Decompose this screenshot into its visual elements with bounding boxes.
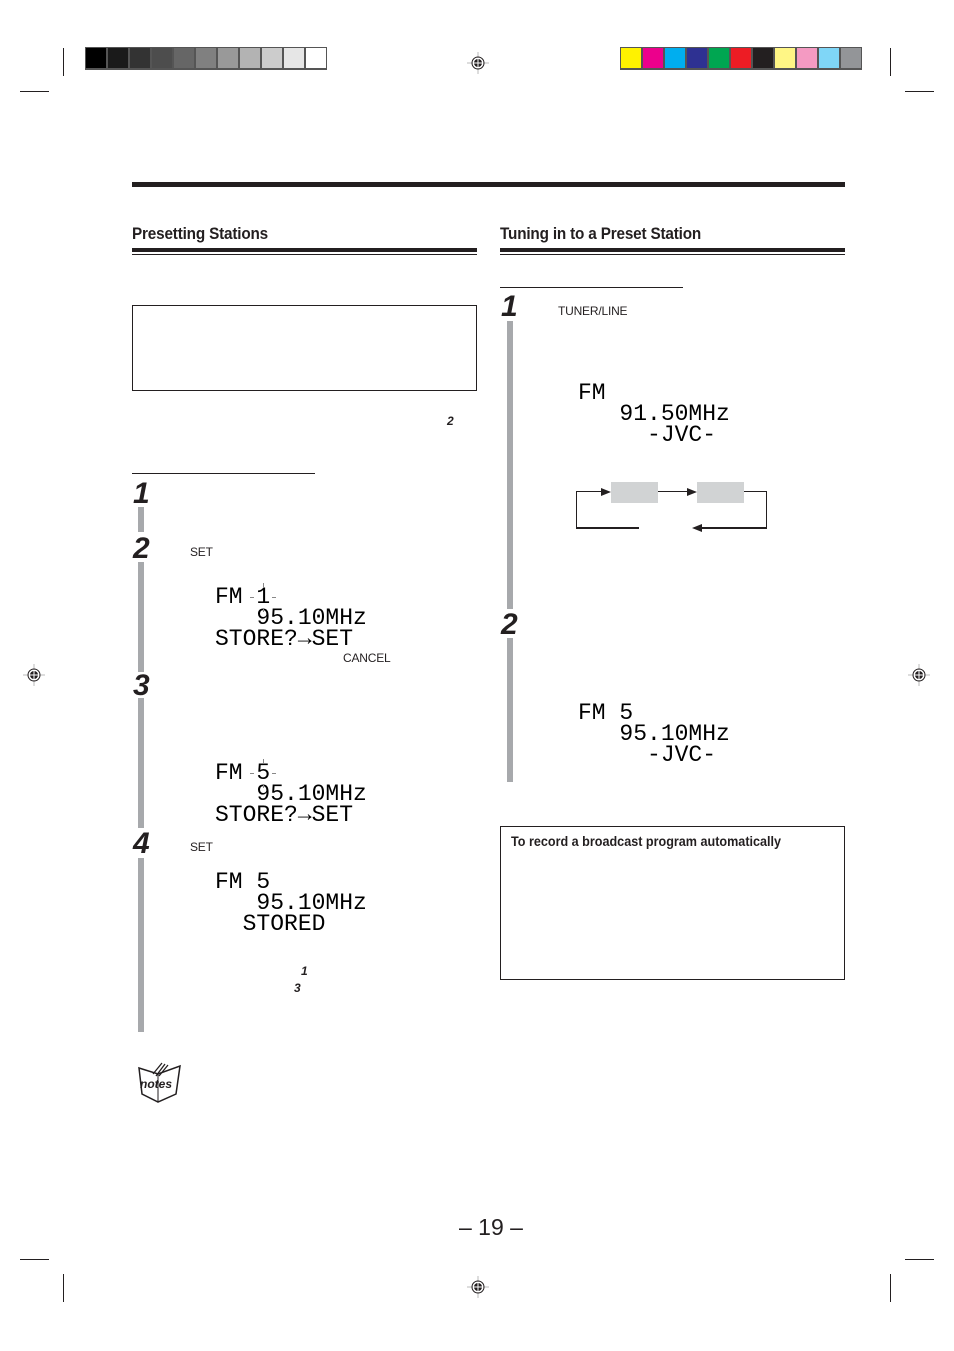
notes-icon-label: notes: [140, 1077, 172, 1091]
section-rule: [500, 254, 845, 255]
set-button-label: SET: [190, 840, 213, 854]
crop-mark: [20, 1259, 49, 1260]
step-reference: 2: [447, 414, 454, 428]
crop-mark: [905, 91, 934, 92]
step-number: 4: [133, 827, 150, 860]
step-number: 2: [133, 532, 150, 565]
color-swatch: [86, 48, 106, 68]
crop-mark: [890, 48, 891, 76]
step-number: 1: [501, 290, 518, 323]
section-title-presetting-stations: Presetting Stations: [132, 224, 269, 243]
flow-line: [766, 491, 767, 528]
lcd-band: FM: [578, 700, 606, 726]
crop-mark: [905, 1259, 934, 1260]
step-bar: [138, 858, 144, 1032]
step-number: 2: [501, 608, 518, 641]
color-swatch: [753, 48, 773, 68]
section-rule: [132, 254, 477, 255]
color-swatch: [665, 48, 685, 68]
step-bar: [138, 562, 144, 672]
lcd-display: FM 5 95.10MHz -JVC-: [578, 700, 730, 768]
registration-mark-icon: [467, 52, 489, 74]
color-swatch: [240, 48, 260, 68]
lcd-message: STORE?→SET: [215, 626, 354, 652]
crop-mark: [63, 1274, 64, 1302]
section-rule: [132, 248, 477, 252]
lcd-band: FM: [215, 584, 243, 610]
color-swatch: [797, 48, 817, 68]
arrow-left-icon: [692, 524, 702, 532]
crop-mark: [63, 48, 64, 76]
color-swatch: [841, 48, 861, 68]
crop-mark: [890, 1274, 891, 1302]
color-swatch: [775, 48, 795, 68]
arrow-right-icon: [601, 488, 611, 496]
flow-line: [744, 491, 767, 492]
registration-mark-icon: [467, 1276, 489, 1298]
lcd-station: -JVC-: [647, 422, 717, 448]
page-number: – 19 –: [459, 1214, 523, 1240]
section-rule: [500, 248, 845, 252]
color-swatch: [643, 48, 663, 68]
subsection-rule: [132, 473, 315, 474]
color-swatch: [262, 48, 282, 68]
flow-line: [658, 491, 690, 492]
lcd-preset-blinking: 1: [250, 583, 276, 612]
step-reference: 1: [301, 964, 308, 978]
color-swatch: [152, 48, 172, 68]
color-swatch: [621, 48, 641, 68]
step-bar: [507, 321, 513, 609]
grayscale-calibration-bar: [85, 47, 327, 70]
step-bar: [138, 698, 144, 828]
subsection-rule: [500, 287, 683, 288]
lcd-message: STORED: [242, 911, 326, 937]
lcd-display: FM 5 95.10MHz STORED: [215, 869, 367, 937]
notes-icon: notes: [138, 1062, 181, 1103]
mode-box: [611, 482, 658, 503]
registration-mark-icon: [908, 664, 930, 686]
color-swatch: [731, 48, 751, 68]
lcd-display: FM 5 95.10MHz STORE?→SET: [215, 759, 367, 828]
step-bar: [138, 507, 144, 532]
lcd-station: -JVC-: [647, 742, 717, 768]
step-number: 3: [133, 669, 150, 702]
color-swatch: [709, 48, 729, 68]
color-swatch: [196, 48, 216, 68]
color-swatch: [306, 48, 326, 68]
step-reference: 3: [294, 981, 301, 995]
page-header-rule: [132, 182, 845, 187]
registration-mark-icon: [23, 664, 45, 686]
color-swatch: [108, 48, 128, 68]
crop-mark: [20, 91, 49, 92]
flow-line: [700, 527, 767, 529]
flow-line: [576, 491, 577, 528]
flow-line: [576, 527, 639, 529]
lcd-display: FM 91.50MHz -JVC-: [578, 380, 730, 448]
set-button-label: SET: [190, 545, 213, 559]
cancel-button-label: CANCEL: [343, 651, 391, 665]
lcd-band: FM: [578, 380, 606, 406]
color-swatch: [130, 48, 150, 68]
color-swatch: [174, 48, 194, 68]
step-bar: [507, 638, 513, 782]
mode-box: [697, 482, 744, 503]
section-title-tuning-preset: Tuning in to a Preset Station: [500, 224, 702, 243]
color-swatch: [687, 48, 707, 68]
tuner-line-button-label: TUNER/LINE: [558, 304, 628, 318]
lcd-band: FM: [215, 760, 243, 786]
record-box-title: To record a broadcast program automatica…: [511, 833, 782, 849]
step-number: 1: [133, 477, 150, 510]
lcd-preset-blinking: 5: [250, 759, 276, 788]
lcd-band: FM: [215, 869, 243, 895]
arrow-right-icon: [687, 488, 697, 496]
color-calibration-bar: [620, 47, 862, 70]
color-swatch: [218, 48, 238, 68]
color-swatch: [819, 48, 839, 68]
info-box: [132, 305, 477, 391]
record-info-box: To record a broadcast program automatica…: [500, 826, 845, 980]
lcd-message: STORE?→SET: [215, 802, 354, 828]
color-swatch: [284, 48, 304, 68]
lcd-display: FM 1 95.10MHz STORE?→SET: [215, 583, 367, 652]
